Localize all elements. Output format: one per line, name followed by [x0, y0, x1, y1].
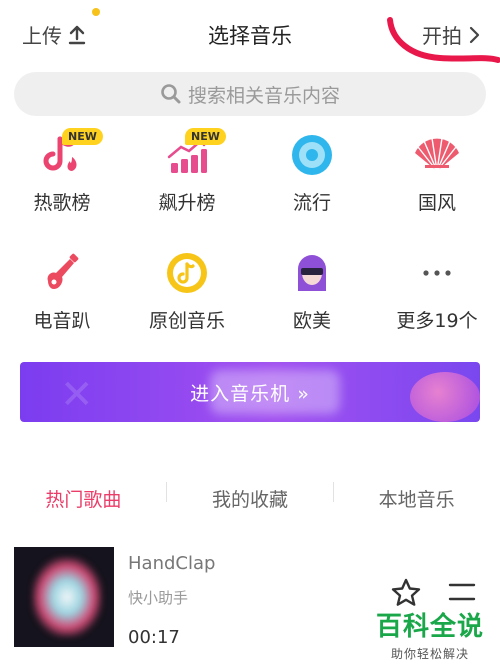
category-label: 热歌榜 [33, 192, 91, 214]
search-bar[interactable]: 搜索相关音乐内容 [14, 72, 486, 116]
category-national-style[interactable]: 国风 [377, 130, 497, 215]
watermark-title: 百科全说 [375, 612, 484, 642]
blur-mask [210, 370, 340, 414]
start-shoot-label: 开拍 [422, 24, 462, 48]
pop-disc-icon [292, 135, 332, 175]
watermark-subtitle: 助你轻松解决 [390, 647, 469, 661]
original-music-icon [167, 253, 207, 293]
search-placeholder: 搜索相关音乐内容 [187, 84, 340, 107]
new-badge: NEW [62, 128, 103, 145]
category-label: 流行 [292, 192, 331, 214]
music-tabs: 热门歌曲 我的收藏 本地音乐 [0, 476, 500, 520]
chevron-right-icon [469, 26, 480, 43]
category-rising[interactable]: NEW 飙升榜 [127, 128, 247, 215]
top-bar: 上传 选择音乐 开拍 [0, 0, 500, 66]
category-label: 电音趴 [33, 310, 91, 332]
song-title: HandClap [128, 553, 216, 574]
notification-dot [92, 8, 100, 16]
banner-decoration: ✕ [60, 372, 94, 418]
fan-icon [415, 137, 459, 172]
new-badge: NEW [185, 128, 226, 145]
tab-divider [166, 482, 167, 502]
tab-divider [333, 482, 334, 502]
tab-hot-songs[interactable]: 热门歌曲 [0, 485, 167, 512]
category-label: 国风 [417, 192, 456, 214]
category-more[interactable]: 更多19个 [377, 248, 497, 333]
category-label: 欧美 [292, 310, 331, 332]
more-dots-icon [423, 270, 451, 276]
song-duration: 00:17 [128, 627, 180, 648]
western-avatar-icon [298, 255, 326, 291]
category-original-music[interactable]: 原创音乐 [127, 248, 247, 333]
watermark: 百科全说 助你轻松解决 [376, 606, 484, 662]
category-western[interactable]: 欧美 [252, 248, 372, 333]
tab-my-favorites[interactable]: 我的收藏 [167, 485, 334, 512]
category-label: 原创音乐 [148, 310, 225, 332]
favorite-star-icon[interactable] [390, 577, 422, 609]
menu-lines-icon[interactable] [448, 581, 476, 603]
category-label: 更多19个 [396, 310, 478, 332]
electric-guitar-icon [47, 253, 79, 289]
category-hot-songs[interactable]: NEW 热歌榜 [2, 128, 122, 215]
category-pop[interactable]: 流行 [252, 130, 372, 215]
tab-local-music[interactable]: 本地音乐 [333, 485, 500, 512]
song-cover[interactable] [14, 547, 114, 647]
song-artist: 快小助手 [128, 589, 189, 607]
category-label: 飙升榜 [158, 192, 216, 214]
start-shoot-button[interactable]: 开拍 [422, 20, 480, 49]
search-icon [161, 84, 181, 104]
category-edm[interactable]: 电音趴 [2, 248, 122, 333]
banner-planet-decoration [410, 372, 480, 422]
music-machine-banner[interactable]: ✕ 进入音乐机 » [20, 362, 480, 422]
